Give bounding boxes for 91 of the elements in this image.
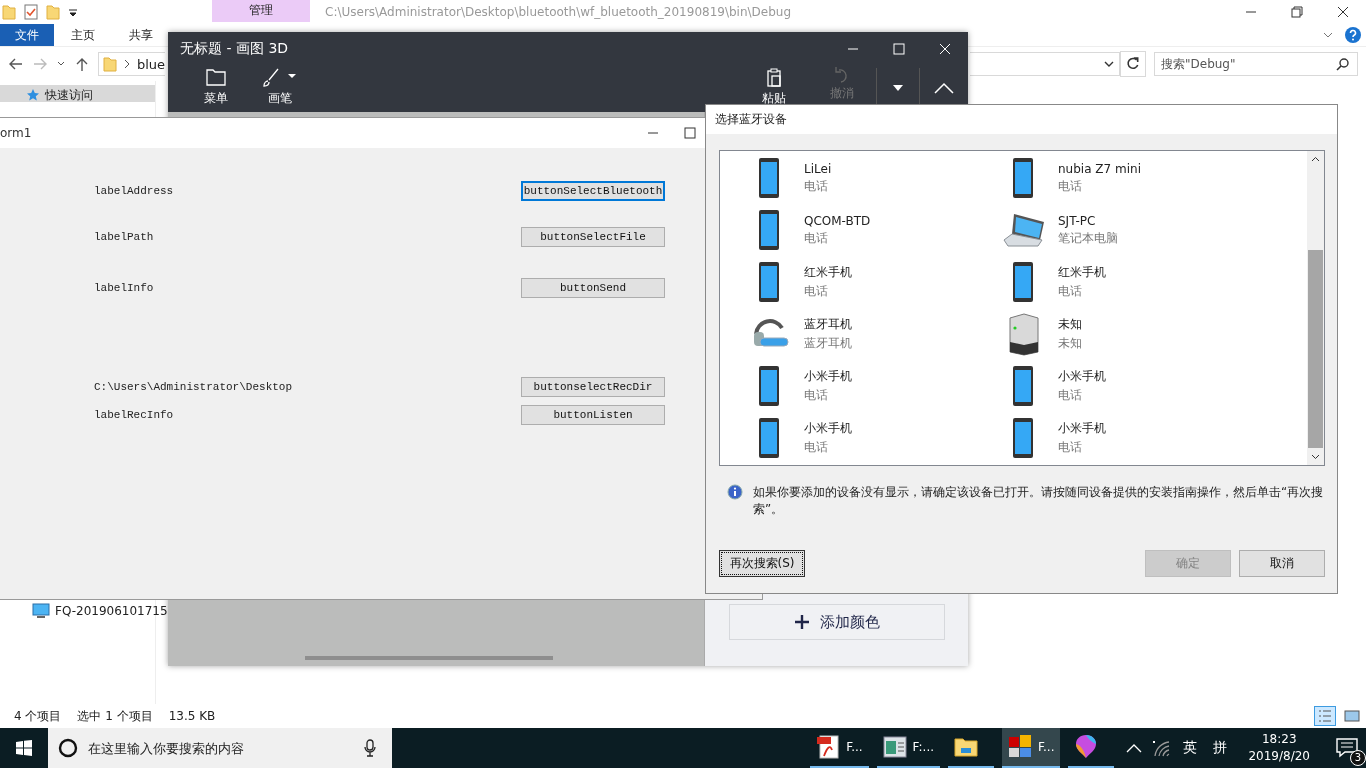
dialog-button[interactable]: 取消	[1239, 550, 1325, 577]
device-item[interactable]: QCOM-BTD 电话	[750, 204, 1004, 256]
taskbar-app[interactable]: F...	[1002, 728, 1061, 768]
device-item[interactable]: 小米手机 电话	[750, 360, 1004, 412]
ribbon-tab[interactable]: 主页	[54, 24, 112, 46]
notification-badge: 3	[1350, 750, 1366, 766]
add-color-button[interactable]: 添加颜色	[729, 604, 945, 640]
paint-drop-icon	[1074, 734, 1099, 760]
taskbar-app[interactable]: F...	[810, 728, 869, 768]
pdf-file-icon	[816, 734, 841, 760]
phone-icon	[1012, 157, 1036, 199]
device-item[interactable]: 小米手机 电话	[1004, 412, 1258, 464]
status-text: 4 个项目	[14, 707, 63, 725]
label-text: labelInfo	[94, 281, 155, 294]
input-method-indicator[interactable]: 拼	[1210, 739, 1231, 757]
form-button[interactable]: buttonListen	[521, 404, 665, 425]
laptop-icon	[1002, 212, 1046, 248]
phone-icon	[758, 209, 782, 251]
toolbar-button[interactable]: 菜单	[182, 66, 250, 107]
form-button[interactable]: buttonselectRecDir	[521, 376, 665, 397]
info-icon	[727, 484, 743, 500]
phone-icon	[758, 261, 782, 303]
device-item[interactable]: nubia Z7 mini 电话	[1004, 152, 1258, 204]
refresh-icon[interactable]	[1120, 51, 1146, 77]
device-item[interactable]: 未知 未知	[1004, 308, 1258, 360]
search-field[interactable]: 在这里输入你要搜索的内容	[48, 728, 392, 768]
checklist-icon[interactable]	[24, 4, 38, 20]
scrollbar-thumb[interactable]	[305, 656, 553, 660]
plus-icon	[794, 614, 810, 630]
phone-icon	[1012, 417, 1036, 459]
form-button[interactable]: buttonSelectFile	[521, 226, 665, 247]
window-app-icon	[882, 734, 907, 760]
window-title: 无标题 - 画图 3D	[179, 40, 290, 58]
clock[interactable]: 18:23 2019/8/20	[1240, 731, 1318, 765]
label-text: labelPath	[94, 230, 155, 243]
input-method-indicator[interactable]: 英	[1180, 739, 1201, 757]
cortana-circle-icon	[58, 738, 78, 758]
folder-icon	[103, 56, 117, 72]
window-title: orm1	[0, 126, 33, 140]
toolbar-button[interactable]: 画笔	[250, 66, 310, 107]
phone-icon	[758, 365, 782, 407]
star-icon	[26, 88, 40, 102]
scrollbar-thumb[interactable]	[1308, 250, 1323, 448]
undo-icon	[834, 66, 850, 83]
form-button[interactable]: buttonSelectBluetooth	[521, 180, 665, 201]
nav-item[interactable]: 快速访问	[0, 85, 155, 102]
dropdown-icon[interactable]	[892, 84, 904, 92]
monitor-icon	[32, 603, 50, 619]
device-item[interactable]: 小米手机 电话	[1004, 360, 1258, 412]
taskbar-app[interactable]: F:...	[876, 728, 941, 768]
device-item[interactable]: 红米手机 电话	[750, 256, 1004, 308]
chevron-right-icon	[123, 59, 131, 69]
up-arrow-icon[interactable]	[74, 56, 90, 72]
label-text: C:\Users\Administrator\Desktop	[94, 380, 294, 393]
device-item[interactable]: 红米手机 电话	[1004, 256, 1258, 308]
window-title: C:\Users\Administrator\Desktop\bluetooth\wf_bluetooth_20190819\bin\Debug	[324, 4, 793, 19]
maximize-icon[interactable]	[684, 127, 696, 139]
phone-icon	[758, 417, 782, 459]
dialog-title: 选择蓝牙设备	[706, 105, 1337, 134]
computer-tower-icon	[1006, 312, 1042, 356]
ribbon-tab[interactable]: 共享	[112, 24, 170, 46]
collapse-icon[interactable]	[934, 82, 954, 94]
toolbar-button[interactable]: 粘贴	[740, 66, 808, 107]
breadcrumb[interactable]: blue	[137, 56, 166, 72]
tiles-icon	[1008, 734, 1033, 760]
phone-icon	[1012, 261, 1036, 303]
dialog-button[interactable]: 再次搜索(S)	[719, 550, 805, 577]
folder-icon	[204, 66, 228, 88]
wifi-icon[interactable]	[1152, 739, 1171, 757]
nav-item[interactable]: FQ-201906101715	[32, 603, 168, 619]
search-icon[interactable]	[1336, 57, 1350, 71]
context-tab[interactable]: 管理	[212, 0, 310, 22]
status-text: 选中 1 个项目	[77, 707, 154, 725]
status-text: 13.5 KB	[168, 709, 217, 723]
address-bar[interactable]: blue	[98, 52, 165, 76]
device-item[interactable]: 蓝牙耳机 蓝牙耳机	[750, 308, 1004, 360]
form-button[interactable]: buttonSend	[521, 277, 665, 298]
device-item[interactable]: SJT-PC 笔记本电脑	[1004, 204, 1258, 256]
windows-logo-icon[interactable]	[16, 740, 32, 756]
device-item[interactable]: LiLei 电话	[750, 152, 1004, 204]
info-text: 如果你要添加的设备没有显示，请确定该设备已打开。请按随同设备提供的安装指南操作，然后单击“再次搜索”。	[753, 484, 1325, 518]
device-item[interactable]: 小米手机 电话	[750, 412, 1004, 464]
phone-icon	[1012, 365, 1036, 407]
back-arrow-icon[interactable]	[8, 56, 24, 72]
help-icon[interactable]	[1344, 26, 1362, 44]
microphone-icon[interactable]	[364, 739, 376, 757]
search-field[interactable]: 搜索"Debug"	[1154, 52, 1358, 76]
chevron-up-icon[interactable]	[1126, 743, 1143, 753]
label-text: labelRecInfo	[94, 408, 175, 421]
phone-icon	[758, 157, 782, 199]
label-text: labelAddress	[94, 184, 175, 197]
